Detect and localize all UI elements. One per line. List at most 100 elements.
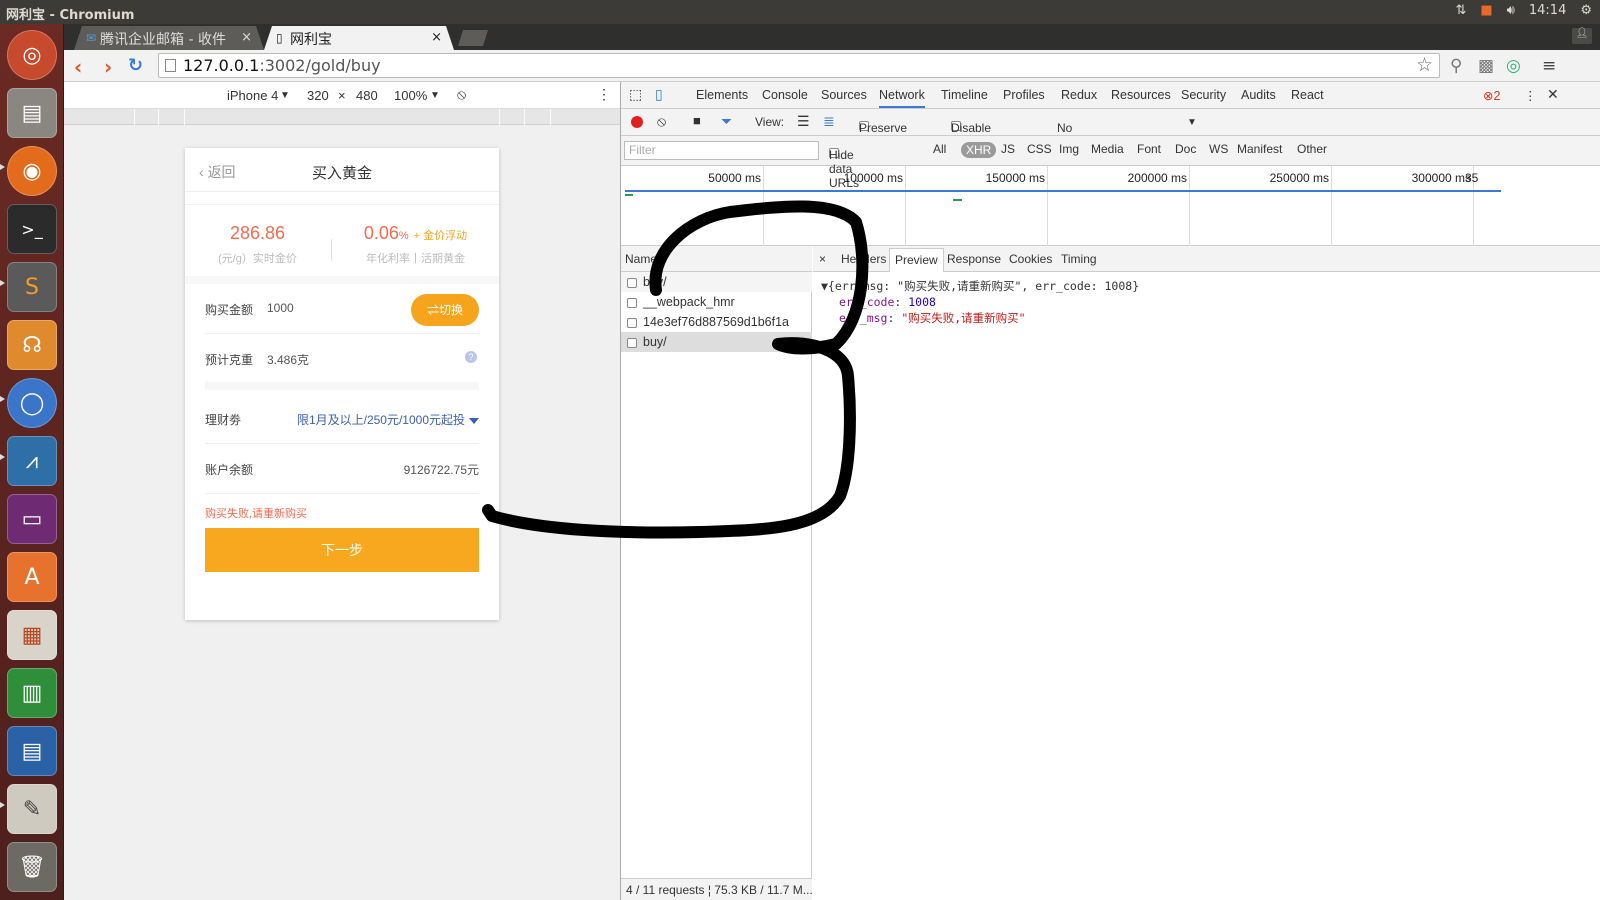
rotate-icon[interactable]: ⦸ [457,86,466,103]
files-icon[interactable]: ▤ [7,88,57,138]
tab-security[interactable]: Security [1181,88,1226,102]
page-favicon-icon: ▯ [276,31,283,45]
tab-elements[interactable]: Elements [696,88,748,102]
text-editor-icon[interactable]: ✎ [7,784,57,834]
filter-icon[interactable]: ⏷ [721,113,732,130]
tab-timing[interactable]: Timing [1061,252,1097,266]
coupon-row[interactable]: 理财劵 限1月及以上/250元/1000元起投 [205,394,479,444]
pycharm-icon[interactable]: ☊ [7,320,57,370]
record-icon[interactable] [631,116,643,128]
terminal-icon[interactable]: >_ [7,204,57,254]
filter-doc[interactable]: Doc [1175,142,1196,156]
profile-icon[interactable]: 👤︎ [1572,28,1592,44]
tab-react[interactable]: React [1291,88,1324,102]
tab-resources[interactable]: Resources [1111,88,1171,102]
waterfall-view-icon[interactable]: ≣ [823,113,835,130]
firefox-icon[interactable]: ◉ [7,146,57,196]
chevron-down-icon[interactable]: ▼ [430,90,440,101]
back-arrow-icon[interactable]: ‹ [74,55,82,79]
request-row[interactable]: 14e3ef76d887569d1b6f1a [621,312,812,332]
close-tab-icon[interactable]: × [431,30,442,45]
close-detail-icon[interactable]: × [819,252,826,266]
sublime-text-icon[interactable]: S [7,262,57,312]
help-icon[interactable]: ? [465,351,477,363]
extension-grid-icon[interactable]: ▩ [1478,56,1494,76]
clear-icon[interactable]: ⦸ [657,113,666,130]
tab-timeline[interactable]: Timeline [941,88,988,102]
device-select[interactable]: iPhone 4 [227,88,278,103]
camera-icon[interactable]: ■ [693,113,701,128]
tab-network[interactable]: Network [879,88,925,108]
filter-font[interactable]: Font [1137,142,1161,156]
request-row[interactable]: buy/ [621,272,812,292]
writer-icon[interactable]: ▤ [7,726,57,776]
coupon-dropdown[interactable]: 限1月及以上/250元/1000元起投 [297,411,479,428]
tab-redux[interactable]: Redux [1061,88,1097,102]
tab-sources[interactable]: Sources [821,88,867,102]
chevron-down-icon[interactable]: ▼ [1187,117,1197,128]
tab-cookies[interactable]: Cookies [1009,252,1052,266]
filter-js[interactable]: JS [1001,142,1015,156]
workspace-switcher-icon[interactable]: ▭ [7,494,57,544]
device-width-input[interactable]: 320 [307,88,329,103]
tab-preview[interactable]: Preview [889,248,944,272]
filter-css[interactable]: CSS [1027,142,1052,156]
close-devtools-icon[interactable]: ✕ [1547,86,1559,103]
address-bar[interactable]: 127.0.0.1:3002/gold/buy ☆ [158,53,1440,78]
device-mode-icon[interactable]: ▯ [655,86,663,103]
more-options-icon[interactable]: ⋮ [597,86,611,103]
request-row[interactable]: __webpack_hmr [621,292,812,312]
filter-input[interactable]: Filter [624,141,819,160]
filter-img[interactable]: Img [1059,142,1079,156]
react-devtools-icon[interactable]: ◎ [1506,56,1521,76]
settings-gear-icon[interactable]: ⚙ [1580,3,1592,18]
amount-input[interactable]: 1000 [267,301,294,315]
tab-console[interactable]: Console [762,88,808,102]
request-row[interactable]: buy/ [621,332,812,352]
next-button[interactable]: 下一步 [205,528,479,572]
name-column-header[interactable]: Name [621,246,812,272]
error-badge[interactable]: ⊗2 [1483,88,1500,103]
new-tab-button[interactable] [458,30,488,46]
chromium-icon[interactable]: ◯ [7,378,57,428]
filter-all[interactable]: All [933,142,946,156]
filter-xhr[interactable]: XHR [961,142,997,158]
extension-pin-icon[interactable]: ⚲ [1450,56,1462,76]
switch-button[interactable]: ⇌切换 [411,294,479,326]
reload-icon[interactable]: ↻ [128,55,143,76]
clock[interactable]: 14:14 [1529,3,1566,18]
tab-audits[interactable]: Audits [1241,88,1276,102]
tab-profiles[interactable]: Profiles [1003,88,1045,102]
tab-headers[interactable]: Headers [841,252,886,266]
list-view-icon[interactable]: ☰ [797,113,810,130]
forward-arrow-icon[interactable]: › [104,55,112,79]
inspect-icon[interactable]: ⬚ [629,86,642,103]
ubuntu-dash-icon[interactable]: ◎ [7,30,57,80]
device-height-input[interactable]: 480 [356,88,378,103]
trash-icon[interactable]: 🗑︎ [7,842,57,892]
chevron-down-icon[interactable]: ▼ [280,90,290,101]
rate-block: 0.06% + 金价浮动 年化利率丨活期黄金 [343,223,488,266]
devtools-menu-icon[interactable]: ⋮ [1524,88,1537,103]
network-icon[interactable]: ⇅ [1455,3,1466,18]
filter-other[interactable]: Other [1297,142,1327,156]
tab-response[interactable]: Response [947,252,1001,266]
browser-window: ✉ 腾讯企业邮箱 - 收件 × ▯ 网利宝 × 👤︎ ‹ › ↻ 127.0.0… [64,24,1600,900]
volume-icon[interactable]: 🔊︎ [1507,3,1515,18]
impress-icon[interactable]: ▦ [7,610,57,660]
filter-ws[interactable]: WS [1209,142,1228,156]
filter-media[interactable]: Media [1091,142,1124,156]
update-icon[interactable]: ■ [1480,3,1492,18]
bookmark-star-icon[interactable]: ☆ [1416,54,1433,76]
close-tab-icon[interactable]: × [241,30,252,45]
menu-icon[interactable]: ≡ [1542,56,1556,76]
system-monitor-icon[interactable]: ⩘ [7,436,57,486]
tab-wanglibao[interactable]: ▯ 网利宝 × [264,26,454,50]
calc-icon[interactable]: ▥ [7,668,57,718]
preview-summary[interactable]: ▼{err_msg: "购买失败,请重新购买", err_code: 1008} [821,278,1139,294]
software-center-icon[interactable]: A [7,552,57,602]
property-key: err_code [839,295,895,309]
zoom-select[interactable]: 100% [394,88,427,103]
tab-tencent-mail[interactable]: ✉ 腾讯企业邮箱 - 收件 × [74,26,264,50]
filter-manifest[interactable]: Manifest [1237,142,1282,156]
